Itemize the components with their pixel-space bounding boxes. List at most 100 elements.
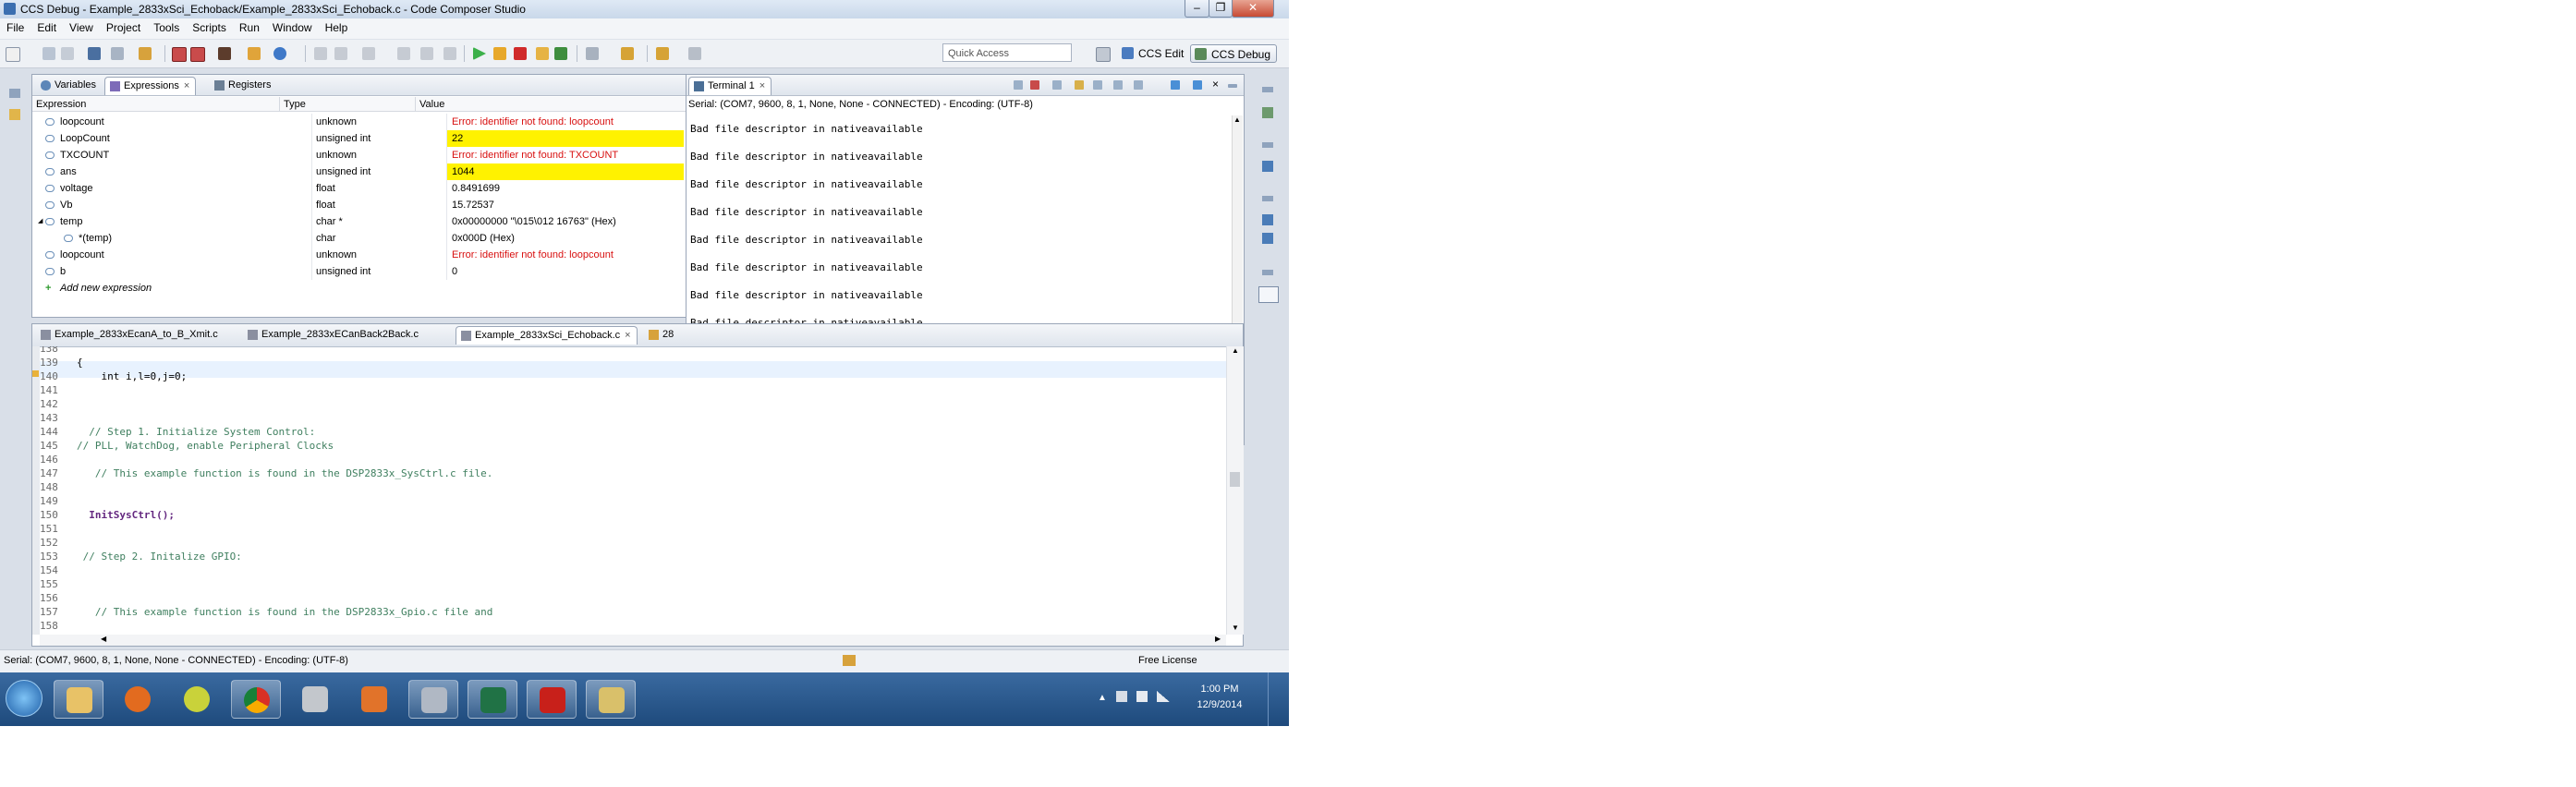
table-row[interactable]: ◢ temp char * 0x00000000 "\015\012 16763" (… [36,213,684,230]
pin-icon[interactable] [1134,80,1143,90]
clock[interactable]: 1:00 PM 12/9/2014 [1192,682,1247,713]
target-icon[interactable] [218,47,231,60]
tools-icon[interactable] [586,47,599,60]
menu-scripts[interactable]: Scripts [186,18,233,34]
restore-icon[interactable] [1262,270,1273,275]
close-icon[interactable]: × [184,80,189,91]
menu-window[interactable]: Window [266,18,319,34]
table-row[interactable]: voltage float 0.8491699 [36,180,684,197]
settings-icon[interactable] [1075,80,1084,90]
terminal-icon[interactable] [1258,286,1279,303]
expression-value[interactable]: 0 [447,263,684,280]
add-new-expression-row[interactable]: + Add new expression [36,280,684,297]
restore-icon[interactable] [9,89,20,98]
gel-icon[interactable] [554,47,567,60]
menu-edit[interactable]: Edit [30,18,63,34]
scroll-left-icon[interactable]: ◀ [101,635,106,643]
expression-value[interactable]: 0x00000000 "\015\012 16763" (Hex) [447,213,684,230]
memory-icon[interactable] [1262,233,1273,244]
taskbar-acrobat[interactable] [527,680,577,719]
perspective-ccs-edit[interactable]: CCS Edit [1118,44,1189,63]
expression-value[interactable]: Error: identifier not found: TXCOUNT [447,147,684,163]
step-filter-icon[interactable] [536,47,549,60]
suspend-icon[interactable] [493,47,506,60]
save-all-icon[interactable] [61,47,74,60]
menu-view[interactable]: View [63,18,100,34]
build-icon[interactable] [88,47,101,60]
new-icon[interactable] [6,47,20,62]
expression-value[interactable]: 22 [447,130,684,147]
tab-sci-echoback[interactable]: Example_2833xSci_Echoback.c × [456,326,638,345]
expression-value[interactable]: 0.8491699 [447,180,684,197]
column-type[interactable]: Type [280,97,416,112]
table-row[interactable]: LoopCount unsigned int 22 [36,130,684,147]
editor-horizontal-scrollbar[interactable]: ◀ ▶ [40,635,1226,646]
taskbar-media-player[interactable] [172,680,222,719]
disable-breakpoints-icon[interactable] [190,47,205,62]
display-terminal-icon[interactable] [1193,80,1202,90]
save-icon[interactable] [43,47,55,60]
new-terminal-icon[interactable] [1171,80,1180,90]
disassembly-icon[interactable] [1262,214,1273,225]
expression-value[interactable]: Error: identifier not found: loopcount [447,247,684,263]
menu-run[interactable]: Run [233,18,266,34]
menu-tools[interactable]: Tools [147,18,186,34]
forward-icon[interactable] [688,47,701,60]
scroll-right-icon[interactable]: ▶ [1215,635,1221,643]
quick-access-input[interactable]: Quick Access [942,43,1072,62]
close-button[interactable]: ✕ [1232,0,1274,18]
load-icon[interactable] [273,47,286,60]
table-row[interactable]: *(temp) char 0x000D (Hex) [36,230,684,247]
step-return-icon[interactable] [362,47,375,60]
table-row[interactable]: b unsigned int 0 [36,263,684,280]
scroll-thumb[interactable] [1230,472,1240,487]
menu-project[interactable]: Project [100,18,147,34]
expression-value[interactable]: 15.72537 [447,197,684,213]
debug-icon[interactable] [139,47,152,60]
expression-value[interactable]: 0x000D (Hex) [447,230,684,247]
table-row[interactable]: TXCOUNT unknown Error: identifier not foun… [36,147,684,163]
breakpoint-icon[interactable] [172,47,187,62]
close-icon[interactable]: × [759,80,765,91]
table-row[interactable]: ans unsigned int 1044 [36,163,684,180]
restore-icon[interactable] [1262,196,1273,201]
taskbar-ccs[interactable] [408,680,458,719]
tab-registers[interactable]: Registers [210,77,276,95]
restore-icon[interactable] [1262,142,1273,148]
close-terminal-icon[interactable]: × [1212,78,1219,91]
tab-variables[interactable]: Variables [36,77,102,95]
tab-terminal[interactable]: Terminal 1 × [688,77,772,95]
terminate-icon[interactable] [514,47,527,60]
taskbar-firefox[interactable] [113,680,163,719]
reset-icon[interactable] [397,47,410,60]
action-center-icon[interactable] [1116,691,1127,702]
scroll-down-icon[interactable]: ▼ [1232,624,1239,632]
disconnect-icon[interactable] [1030,80,1039,90]
step-over-icon[interactable] [334,47,347,60]
connect-icon[interactable] [248,47,261,60]
menu-help[interactable]: Help [319,18,355,34]
taskbar-file-explorer[interactable] [54,680,103,719]
table-row[interactable]: Vb float 15.72537 [36,197,684,213]
tab-more[interactable]: 28 [644,326,679,345]
tab-ecanback2back[interactable]: Example_2833xECanBack2Back.c [243,326,424,345]
show-desktop-button[interactable] [1268,672,1285,726]
taskbar-matlab[interactable] [349,680,399,719]
restart-icon[interactable] [420,47,433,60]
toggle-command-input-icon[interactable] [1093,80,1102,90]
instruction-step-icon[interactable] [444,47,456,60]
scroll-up-icon[interactable]: ▲ [1233,115,1241,124]
project-explorer-icon[interactable] [9,109,20,120]
tab-expressions[interactable]: Expressions × [104,77,197,95]
license-label[interactable]: Free License [1138,655,1197,666]
taskbar-virtualbox[interactable] [290,680,340,719]
perspective-ccs-debug[interactable]: CCS Debug [1190,44,1278,63]
taskbar-excel[interactable] [468,680,517,719]
expand-toggle-icon[interactable]: ◢ [38,213,43,230]
code-editor[interactable]: 138 139{140 int i,l=0,j=0; 141 142 143 144 //… [32,346,1226,635]
expression-value[interactable]: Error: identifier not found: loopcount [447,114,684,130]
clear-icon[interactable] [1052,80,1062,90]
minimize-icon[interactable] [1228,84,1237,88]
editor-vertical-scrollbar[interactable]: ▲ ▼ [1226,346,1244,635]
scroll-up-icon[interactable]: ▲ [1232,346,1239,355]
